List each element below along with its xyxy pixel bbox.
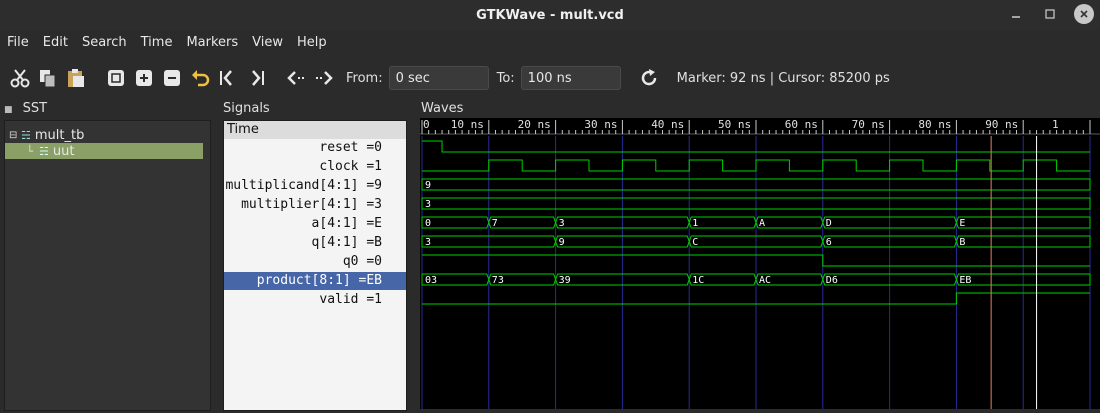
close-icon[interactable] <box>1074 4 1094 24</box>
window-title: GTKWave - mult.vcd <box>476 7 624 23</box>
ruler-label: 1 <box>1052 118 1059 131</box>
signal-clock[interactable]: clock =1 <box>224 158 406 176</box>
zoom-to-end-icon[interactable] <box>242 64 270 92</box>
marker-cursor-status: Marker: 92 ns | Cursor: 85200 ps <box>676 70 890 86</box>
bus-value-a: 0 <box>425 218 431 229</box>
hierarchy-icon: ☵ <box>39 144 49 158</box>
zoom-out-icon[interactable] <box>158 64 186 92</box>
tree-collapse-icon[interactable]: ⊟ <box>9 130 21 141</box>
bus-value-a: 3 <box>559 218 565 229</box>
paste-icon[interactable] <box>62 64 90 92</box>
menu-edit[interactable]: Edit <box>36 35 75 50</box>
minimize-icon[interactable] <box>1006 4 1026 24</box>
tree-item-label: mult_tb <box>34 127 85 143</box>
bus-value-multiplicand: 9 <box>425 180 431 191</box>
bus-value-q: 9 <box>559 237 565 248</box>
bus-value-a: E <box>959 218 965 229</box>
signals-time-header: Time <box>224 121 406 139</box>
menu-help[interactable]: Help <box>290 35 334 50</box>
ruler-label: 40 ns <box>651 118 684 131</box>
bus-value-a: D <box>826 218 832 229</box>
ruler-label: 10 ns <box>451 118 484 131</box>
hierarchy-icon: ☵ <box>21 128 31 142</box>
pane-grip-icon[interactable]: ■ <box>4 105 13 115</box>
signals-panel: Time reset =0 clock =1 multiplicand[4:1]… <box>223 120 407 411</box>
tree-item-label: uut <box>52 143 75 159</box>
waves-header: Waves <box>421 101 464 116</box>
signal-multiplicand[interactable]: multiplicand[4:1] =9 <box>224 177 406 195</box>
zoom-in-icon[interactable] <box>130 64 158 92</box>
ruler-label: 90 ns <box>985 118 1018 131</box>
zoom-fit-icon[interactable] <box>102 64 130 92</box>
menu-view[interactable]: View <box>245 35 290 50</box>
sst-header: ■ SST <box>4 101 47 117</box>
to-input[interactable] <box>520 66 621 90</box>
signal-product[interactable]: product[8:1] =EB <box>224 272 406 290</box>
copy-icon[interactable] <box>34 64 62 92</box>
bus-value-a: 7 <box>492 218 498 229</box>
menu-time[interactable]: Time <box>134 35 180 50</box>
bus-segment-a <box>421 216 490 229</box>
bus-value-q: 6 <box>826 237 832 248</box>
signals-header: Signals <box>223 101 270 116</box>
bus-segment-a <box>688 216 757 229</box>
signal-q[interactable]: q[4:1] =B <box>224 234 406 252</box>
ruler-label: 50 ns <box>718 118 751 131</box>
bus-value-multiplier: 3 <box>425 199 431 210</box>
menu-markers[interactable]: Markers <box>179 35 245 50</box>
bus-value-q: 3 <box>425 237 431 248</box>
title-bar: GTKWave - mult.vcd <box>0 0 1100 30</box>
bus-value-product: 03 <box>425 275 437 286</box>
bus-segment-a <box>488 216 557 229</box>
find-next-edge-icon[interactable] <box>310 64 338 92</box>
bus-value-product: 73 <box>492 275 504 286</box>
bus-value-product: D6 <box>826 275 838 286</box>
bus-value-product: EB <box>959 275 971 286</box>
menu-bar: File Edit Search Time Markers View Help <box>0 30 1100 54</box>
signal-a[interactable]: a[4:1] =E <box>224 215 406 233</box>
to-label: To: <box>496 70 515 86</box>
ruler-label: 30 ns <box>584 118 617 131</box>
window-controls <box>1006 4 1094 24</box>
ruler-label: 80 ns <box>918 118 951 131</box>
menu-search[interactable]: Search <box>75 35 134 50</box>
from-label: From: <box>346 70 383 86</box>
ruler-label: 60 ns <box>785 118 818 131</box>
ruler-label: 20 ns <box>518 118 551 131</box>
bus-segment-a <box>755 216 824 229</box>
waveform-clock <box>422 159 1090 172</box>
find-previous-edge-icon[interactable] <box>282 64 310 92</box>
bus-value-product: 39 <box>559 275 571 286</box>
signal-reset[interactable]: reset =0 <box>224 139 406 157</box>
tree-item-mult-tb[interactable]: ⊟ ☵ mult_tb <box>9 127 205 143</box>
sst-header-label: SST <box>22 101 48 116</box>
bus-value-q: C <box>692 237 698 248</box>
signal-q0[interactable]: q0 =0 <box>224 253 406 271</box>
bus-value-product: 1C <box>692 275 704 286</box>
from-input[interactable] <box>388 66 489 90</box>
ruler-label: 0 <box>423 118 430 131</box>
ruler-label: 70 ns <box>852 118 885 131</box>
signal-valid[interactable]: valid =1 <box>224 291 406 309</box>
bus-value-a: 1 <box>692 218 698 229</box>
zoom-to-start-icon[interactable] <box>214 64 242 92</box>
sst-tree-panel: ⊟ ☵ mult_tb └ ☵ uut <box>4 120 211 411</box>
bus-value-q: B <box>959 237 965 248</box>
tree-item-uut[interactable]: └ ☵ uut <box>5 143 203 159</box>
cut-icon[interactable] <box>6 64 34 92</box>
reload-icon[interactable] <box>635 64 663 92</box>
waveform-canvas[interactable]: 0 10 ns 20 ns 30 ns 40 ns 50 ns 60 ns 70 ns 80 n… <box>420 118 1100 409</box>
waves-panel[interactable]: 0 10 ns 20 ns 30 ns 40 ns 50 ns 60 ns 70 ns 80 n… <box>420 118 1100 409</box>
menu-file[interactable]: File <box>0 35 36 50</box>
toolbar: From: To: Marker: 92 ns | Cursor: 85200 … <box>0 56 1100 100</box>
bus-value-a: A <box>759 218 765 229</box>
bus-value-product: AC <box>759 275 771 286</box>
signal-multiplier[interactable]: multiplier[4:1] =3 <box>224 196 406 214</box>
undo-zoom-icon[interactable] <box>186 64 214 92</box>
tree-branch-icon: └ <box>26 144 33 158</box>
maximize-icon[interactable] <box>1040 4 1060 24</box>
